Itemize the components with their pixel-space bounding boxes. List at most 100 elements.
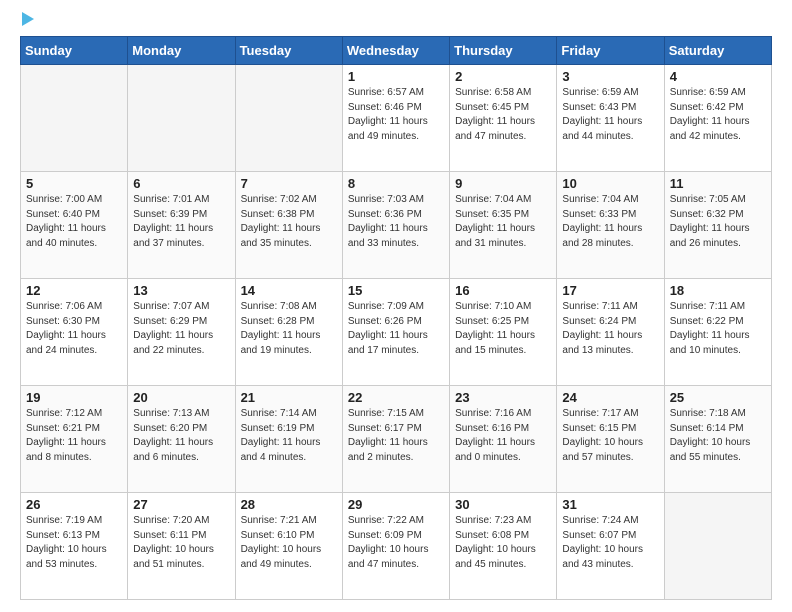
day-number: 11: [670, 176, 766, 191]
header: [20, 16, 772, 26]
calendar-cell: 4 Sunrise: 6:59 AM Sunset: 6:42 PM Daylig…: [664, 65, 771, 172]
calendar-cell: 21 Sunrise: 7:14 AM Sunset: 6:19 PM Dayli…: [235, 386, 342, 493]
calendar-cell: 15Sunrise: 7:09 AM Sunset: 6:26 PM Dayli…: [342, 279, 449, 386]
calendar-cell: 1 Sunrise: 6:57 AM Sunset: 6:46 PM Daylig…: [342, 65, 449, 172]
calendar-cell: [664, 493, 771, 600]
day-number: 5: [26, 176, 122, 191]
day-info: Sunrise: 7:04 AM Sunset: 6:33 PM Dayligh…: [562, 193, 658, 251]
calendar-cell: 5 Sunrise: 7:00 AM Sunset: 6:40 PM Daylig…: [21, 172, 128, 279]
day-info: Sunrise: 7:03 AM Sunset: 6:36 PM Dayligh…: [348, 193, 444, 251]
calendar-cell: 6 Sunrise: 7:01 AM Sunset: 6:39 PM Daylig…: [128, 172, 235, 279]
day-info: Sunrise: 7:11 AM Sunset: 6:24 PM Dayligh…: [562, 300, 658, 358]
day-info: Sunrise: 7:10 AM Sunset: 6:25 PM Dayligh…: [455, 300, 551, 358]
calendar-week-row: 19 Sunrise: 7:12 AM Sunset: 6:21 PM Dayli…: [21, 386, 772, 493]
day-number: 13: [133, 283, 229, 298]
day-info: Sunrise: 6:59 AM Sunset: 6:42 PM Dayligh…: [670, 86, 766, 144]
calendar-cell: 27Sunrise: 7:20 AM Sunset: 6:11 PM Dayli…: [128, 493, 235, 600]
day-number: 16: [455, 283, 551, 298]
day-number: 21: [241, 390, 337, 405]
calendar-cell: 9Sunrise: 7:04 AM Sunset: 6:35 PM Daylig…: [450, 172, 557, 279]
calendar-week-row: 5 Sunrise: 7:00 AM Sunset: 6:40 PM Daylig…: [21, 172, 772, 279]
calendar-header-row: SundayMondayTuesdayWednesdayThursdayFrid…: [21, 37, 772, 65]
day-number: 10: [562, 176, 658, 191]
day-info: Sunrise: 7:05 AM Sunset: 6:32 PM Dayligh…: [670, 193, 766, 251]
calendar-cell: 23 Sunrise: 7:16 AM Sunset: 6:16 PM Dayli…: [450, 386, 557, 493]
day-number: 19: [26, 390, 122, 405]
calendar-cell: 10 Sunrise: 7:04 AM Sunset: 6:33 PM Dayli…: [557, 172, 664, 279]
calendar-cell: 17 Sunrise: 7:11 AM Sunset: 6:24 PM Dayli…: [557, 279, 664, 386]
day-info: Sunrise: 7:13 AM Sunset: 6:20 PM Dayligh…: [133, 407, 229, 465]
calendar-cell: 24 Sunrise: 7:17 AM Sunset: 6:15 PM Dayli…: [557, 386, 664, 493]
calendar-cell: 2 Sunrise: 6:58 AM Sunset: 6:45 PM Daylig…: [450, 65, 557, 172]
day-info: Sunrise: 7:00 AM Sunset: 6:40 PM Dayligh…: [26, 193, 122, 251]
day-info: Sunrise: 7:07 AM Sunset: 6:29 PM Dayligh…: [133, 300, 229, 358]
day-number: 6: [133, 176, 229, 191]
calendar-cell: 19 Sunrise: 7:12 AM Sunset: 6:21 PM Dayli…: [21, 386, 128, 493]
day-info: Sunrise: 7:14 AM Sunset: 6:19 PM Dayligh…: [241, 407, 337, 465]
calendar-cell: 31Sunrise: 7:24 AM Sunset: 6:07 PM Dayli…: [557, 493, 664, 600]
calendar-cell: 11 Sunrise: 7:05 AM Sunset: 6:32 PM Dayli…: [664, 172, 771, 279]
calendar-cell: [21, 65, 128, 172]
calendar-cell: 12 Sunrise: 7:06 AM Sunset: 6:30 PM Dayli…: [21, 279, 128, 386]
day-number: 4: [670, 69, 766, 84]
calendar-cell: 16 Sunrise: 7:10 AM Sunset: 6:25 PM Dayli…: [450, 279, 557, 386]
day-number: 26: [26, 497, 122, 512]
day-number: 28: [241, 497, 337, 512]
day-info: Sunrise: 7:01 AM Sunset: 6:39 PM Dayligh…: [133, 193, 229, 251]
day-info: Sunrise: 7:16 AM Sunset: 6:16 PM Dayligh…: [455, 407, 551, 465]
calendar-cell: 20Sunrise: 7:13 AM Sunset: 6:20 PM Dayli…: [128, 386, 235, 493]
calendar-cell: 25 Sunrise: 7:18 AM Sunset: 6:14 PM Dayli…: [664, 386, 771, 493]
day-number: 1: [348, 69, 444, 84]
day-info: Sunrise: 7:12 AM Sunset: 6:21 PM Dayligh…: [26, 407, 122, 465]
calendar-week-row: 12 Sunrise: 7:06 AM Sunset: 6:30 PM Dayli…: [21, 279, 772, 386]
day-number: 12: [26, 283, 122, 298]
calendar-cell: 7Sunrise: 7:02 AM Sunset: 6:38 PM Daylig…: [235, 172, 342, 279]
day-info: Sunrise: 7:08 AM Sunset: 6:28 PM Dayligh…: [241, 300, 337, 358]
day-info: Sunrise: 7:22 AM Sunset: 6:09 PM Dayligh…: [348, 514, 444, 572]
day-number: 2: [455, 69, 551, 84]
day-number: 24: [562, 390, 658, 405]
day-number: 17: [562, 283, 658, 298]
calendar-week-row: 26 Sunrise: 7:19 AM Sunset: 6:13 PM Dayli…: [21, 493, 772, 600]
day-number: 8: [348, 176, 444, 191]
col-header-sunday: Sunday: [21, 37, 128, 65]
calendar-cell: 26 Sunrise: 7:19 AM Sunset: 6:13 PM Dayli…: [21, 493, 128, 600]
day-number: 22: [348, 390, 444, 405]
calendar-cell: 18 Sunrise: 7:11 AM Sunset: 6:22 PM Dayli…: [664, 279, 771, 386]
col-header-monday: Monday: [128, 37, 235, 65]
day-info: Sunrise: 7:11 AM Sunset: 6:22 PM Dayligh…: [670, 300, 766, 358]
day-info: Sunrise: 6:57 AM Sunset: 6:46 PM Dayligh…: [348, 86, 444, 144]
day-number: 25: [670, 390, 766, 405]
calendar-cell: [235, 65, 342, 172]
day-info: Sunrise: 7:15 AM Sunset: 6:17 PM Dayligh…: [348, 407, 444, 465]
col-header-thursday: Thursday: [450, 37, 557, 65]
day-info: Sunrise: 6:59 AM Sunset: 6:43 PM Dayligh…: [562, 86, 658, 144]
day-number: 30: [455, 497, 551, 512]
day-info: Sunrise: 6:58 AM Sunset: 6:45 PM Dayligh…: [455, 86, 551, 144]
day-number: 18: [670, 283, 766, 298]
day-number: 3: [562, 69, 658, 84]
calendar-week-row: 1 Sunrise: 6:57 AM Sunset: 6:46 PM Daylig…: [21, 65, 772, 172]
calendar-cell: 3 Sunrise: 6:59 AM Sunset: 6:43 PM Daylig…: [557, 65, 664, 172]
page: SundayMondayTuesdayWednesdayThursdayFrid…: [0, 0, 792, 612]
day-number: 27: [133, 497, 229, 512]
calendar-cell: [128, 65, 235, 172]
logo-arrow-icon: [22, 12, 34, 26]
calendar-cell: 8 Sunrise: 7:03 AM Sunset: 6:36 PM Daylig…: [342, 172, 449, 279]
day-number: 29: [348, 497, 444, 512]
calendar-cell: 22 Sunrise: 7:15 AM Sunset: 6:17 PM Dayli…: [342, 386, 449, 493]
day-info: Sunrise: 7:09 AM Sunset: 6:26 PM Dayligh…: [348, 300, 444, 358]
calendar-cell: 13 Sunrise: 7:07 AM Sunset: 6:29 PM Dayli…: [128, 279, 235, 386]
day-number: 14: [241, 283, 337, 298]
day-number: 23: [455, 390, 551, 405]
day-info: Sunrise: 7:06 AM Sunset: 6:30 PM Dayligh…: [26, 300, 122, 358]
day-number: 31: [562, 497, 658, 512]
calendar-cell: 28 Sunrise: 7:21 AM Sunset: 6:10 PM Dayli…: [235, 493, 342, 600]
day-info: Sunrise: 7:19 AM Sunset: 6:13 PM Dayligh…: [26, 514, 122, 572]
col-header-saturday: Saturday: [664, 37, 771, 65]
col-header-friday: Friday: [557, 37, 664, 65]
day-info: Sunrise: 7:21 AM Sunset: 6:10 PM Dayligh…: [241, 514, 337, 572]
day-info: Sunrise: 7:17 AM Sunset: 6:15 PM Dayligh…: [562, 407, 658, 465]
calendar-cell: 29 Sunrise: 7:22 AM Sunset: 6:09 PM Dayli…: [342, 493, 449, 600]
day-info: Sunrise: 7:18 AM Sunset: 6:14 PM Dayligh…: [670, 407, 766, 465]
